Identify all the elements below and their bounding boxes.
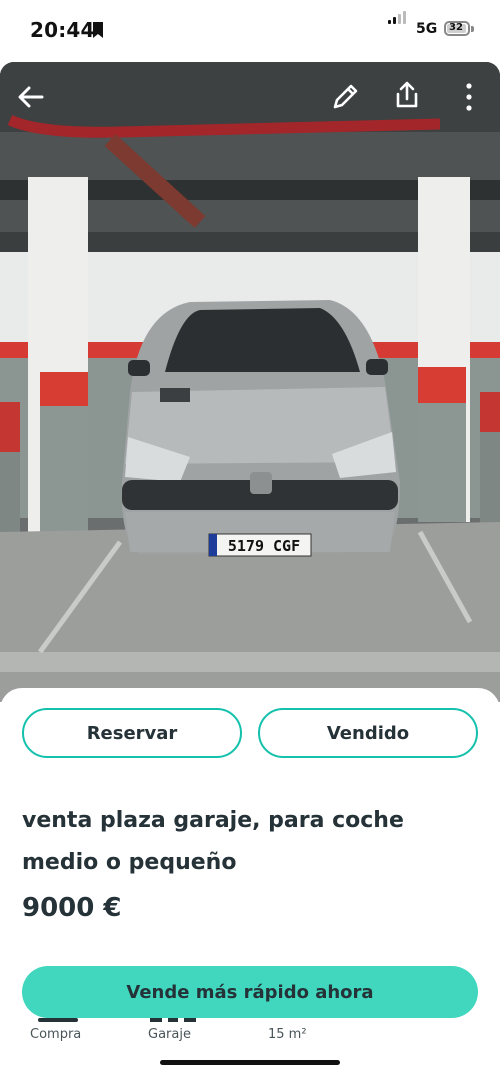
- battery-nub: [471, 26, 474, 32]
- sell-faster-button[interactable]: Vende más rápido ahora: [22, 966, 478, 1018]
- listing-price: 9000 €: [22, 893, 122, 923]
- status-bar: 20:44 5G 32: [0, 0, 500, 62]
- back-arrow-icon[interactable]: [14, 80, 48, 114]
- listing-photo[interactable]: 5179 CGF: [0, 62, 500, 702]
- reserve-button[interactable]: Reservar: [22, 708, 242, 758]
- battery-icon: 32: [444, 21, 470, 36]
- detail-surface: 15 m²: [268, 1027, 307, 1042]
- status-time: 20:44: [30, 18, 95, 42]
- battery-level: 32: [449, 22, 463, 33]
- detail-type: Garaje: [148, 1027, 191, 1042]
- bookmark-icon: [93, 22, 103, 38]
- sold-button[interactable]: Vendido: [258, 708, 478, 758]
- more-vertical-icon[interactable]: [452, 80, 486, 114]
- home-indicator[interactable]: [160, 1060, 340, 1065]
- listing-title: venta plaza garaje, para coche medio o p…: [22, 808, 404, 875]
- network-type: 5G: [416, 21, 438, 37]
- edit-pencil-icon[interactable]: [328, 80, 362, 114]
- listing-sheet: Reservar Vendido venta plaza garaje, par…: [0, 688, 500, 1080]
- share-icon[interactable]: [390, 78, 424, 112]
- purchase-icon: [38, 1018, 78, 1022]
- license-plate: 5179 CGF: [228, 537, 300, 555]
- garage-icon: [150, 1018, 196, 1022]
- garage-photo: 5179 CGF: [0, 62, 500, 702]
- detail-operation: Compra: [30, 1027, 82, 1042]
